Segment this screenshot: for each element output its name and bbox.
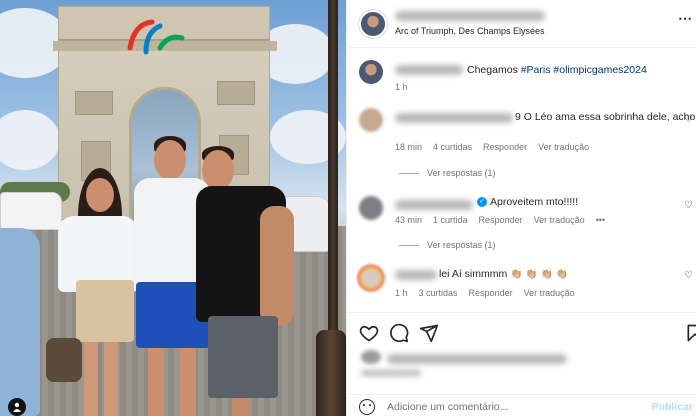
- commenter-avatar[interactable]: [359, 196, 383, 220]
- cloud: [0, 110, 60, 170]
- see-translation-button[interactable]: Ver tradução: [524, 288, 575, 298]
- hashtag-paris[interactable]: #Paris: [521, 64, 551, 76]
- caption-timestamp[interactable]: 1 h: [395, 82, 408, 92]
- caption-body: Chegamos: [467, 64, 518, 76]
- post-date-blurred: [361, 370, 421, 376]
- reply-button[interactable]: Responder: [483, 142, 527, 152]
- comment-input[interactable]: [387, 398, 647, 416]
- commenter-username-blurred[interactable]: [395, 270, 437, 280]
- more-horizontal-icon[interactable]: ⋯: [678, 10, 693, 27]
- author-avatar[interactable]: [359, 10, 387, 38]
- comment-item: lei Aí simmmm 👏🏼 👏🏼 👏🏼 👏🏼 ♡ 1 h 3 curtid…: [347, 262, 696, 306]
- reply-button[interactable]: Responder: [469, 288, 513, 298]
- verified-badge-icon: ✓: [477, 197, 487, 208]
- view-replies-label: Ver respostas (1): [427, 168, 496, 178]
- commenter-username-blurred[interactable]: [395, 200, 473, 210]
- replies-divider-line: [399, 244, 419, 246]
- comment-time[interactable]: 1 h: [395, 288, 408, 298]
- comment-text: lei Aí simmmm: [439, 268, 508, 280]
- person-partial-left: [0, 228, 42, 416]
- caption-text: Chegamos #Paris #olimpicgames2024: [467, 64, 647, 76]
- see-translation-button[interactable]: Ver tradução: [538, 142, 589, 152]
- clapping-emojis: 👏🏼 👏🏼 👏🏼 👏🏼: [510, 269, 569, 280]
- commenter-username-blurred[interactable]: [395, 113, 513, 123]
- commenter-avatar[interactable]: [359, 108, 383, 132]
- tagged-user-icon[interactable]: [8, 398, 26, 416]
- comment-like-heart-icon[interactable]: ♡: [684, 270, 693, 281]
- comment-like-heart-icon[interactable]: ♡: [684, 114, 693, 125]
- comment-meta: 1 h 3 curtidas Responder Ver tradução: [395, 288, 586, 298]
- like-heart-icon[interactable]: [359, 323, 379, 343]
- author-username-blurred[interactable]: [395, 11, 545, 21]
- comment-time[interactable]: 18 min: [395, 142, 422, 152]
- person-man-right: [196, 146, 300, 416]
- post-panel: Arc of Triumph, Des Champs Elysées ⋯ Che…: [346, 0, 696, 416]
- comment-text: Aproveitem mto!!!!!: [490, 196, 579, 208]
- post-photo[interactable]: [0, 0, 346, 416]
- comment-text-wrapper: lei Aí simmmm 👏🏼 👏🏼 👏🏼 👏🏼: [439, 268, 568, 280]
- comment-meta: 43 min 1 curtida Responder Ver tradução …: [395, 215, 616, 225]
- comment-more-icon[interactable]: •••: [596, 215, 605, 225]
- reply-button[interactable]: Responder: [479, 215, 523, 225]
- comment-item: 9 O Léo ama essa sobrinha dele, acho lin…: [347, 104, 696, 184]
- likes-summary: [347, 346, 696, 376]
- comment-likes[interactable]: 3 curtidas: [419, 288, 458, 298]
- white-van: [0, 192, 62, 230]
- street-lamp-post: [316, 0, 346, 416]
- post-location[interactable]: Arc of Triumph, Des Champs Elysées: [395, 26, 545, 36]
- comment-item: ✓ Aproveitem mto!!!!! ♡ 43 min 1 curtida …: [347, 194, 696, 258]
- view-replies-label: Ver respostas (1): [427, 240, 496, 250]
- save-bookmark-icon[interactable]: [685, 323, 696, 343]
- share-paper-plane-icon[interactable]: [419, 323, 439, 343]
- comment-time[interactable]: 43 min: [395, 215, 422, 225]
- liker-avatar[interactable]: [361, 350, 381, 364]
- replies-divider-line: [399, 172, 419, 174]
- handbag: [46, 338, 82, 382]
- add-comment-bar: Publicar: [347, 394, 696, 416]
- caption-username-blurred[interactable]: [395, 65, 463, 75]
- see-translation-button[interactable]: Ver tradução: [534, 215, 585, 225]
- arch-relief: [75, 91, 113, 115]
- publish-button[interactable]: Publicar: [652, 401, 693, 413]
- arch-relief: [217, 81, 255, 105]
- comment-likes[interactable]: 4 curtidas: [433, 142, 472, 152]
- likes-text-blurred[interactable]: [387, 354, 567, 364]
- comment-text: 9 O Léo ama essa sobrinha dele, acho lin…: [515, 111, 696, 123]
- comment-like-heart-icon[interactable]: ♡: [684, 200, 693, 211]
- person-woman: [46, 168, 142, 416]
- hashtag-olimpicgames2024[interactable]: #olimpicgames2024: [553, 64, 646, 76]
- post-caption: Chegamos #Paris #olimpicgames2024 1 h: [347, 56, 696, 96]
- comment-likes[interactable]: 1 curtida: [433, 215, 468, 225]
- paralympic-agitos-logo: [127, 19, 185, 55]
- view-replies-button[interactable]: Ver respostas (1): [399, 240, 496, 250]
- emoji-smiley-icon[interactable]: [359, 399, 375, 415]
- comment-bubble-icon[interactable]: [389, 323, 409, 343]
- comment-text-wrapper: ✓ Aproveitem mto!!!!!: [477, 196, 578, 208]
- commenter-avatar[interactable]: [357, 264, 385, 292]
- post-header: Arc of Triumph, Des Champs Elysées ⋯: [347, 0, 696, 48]
- comment-meta: 18 min 4 curtidas Responder Ver tradução: [395, 142, 600, 152]
- caption-author-avatar[interactable]: [359, 60, 383, 84]
- view-replies-button[interactable]: Ver respostas (1): [399, 168, 496, 178]
